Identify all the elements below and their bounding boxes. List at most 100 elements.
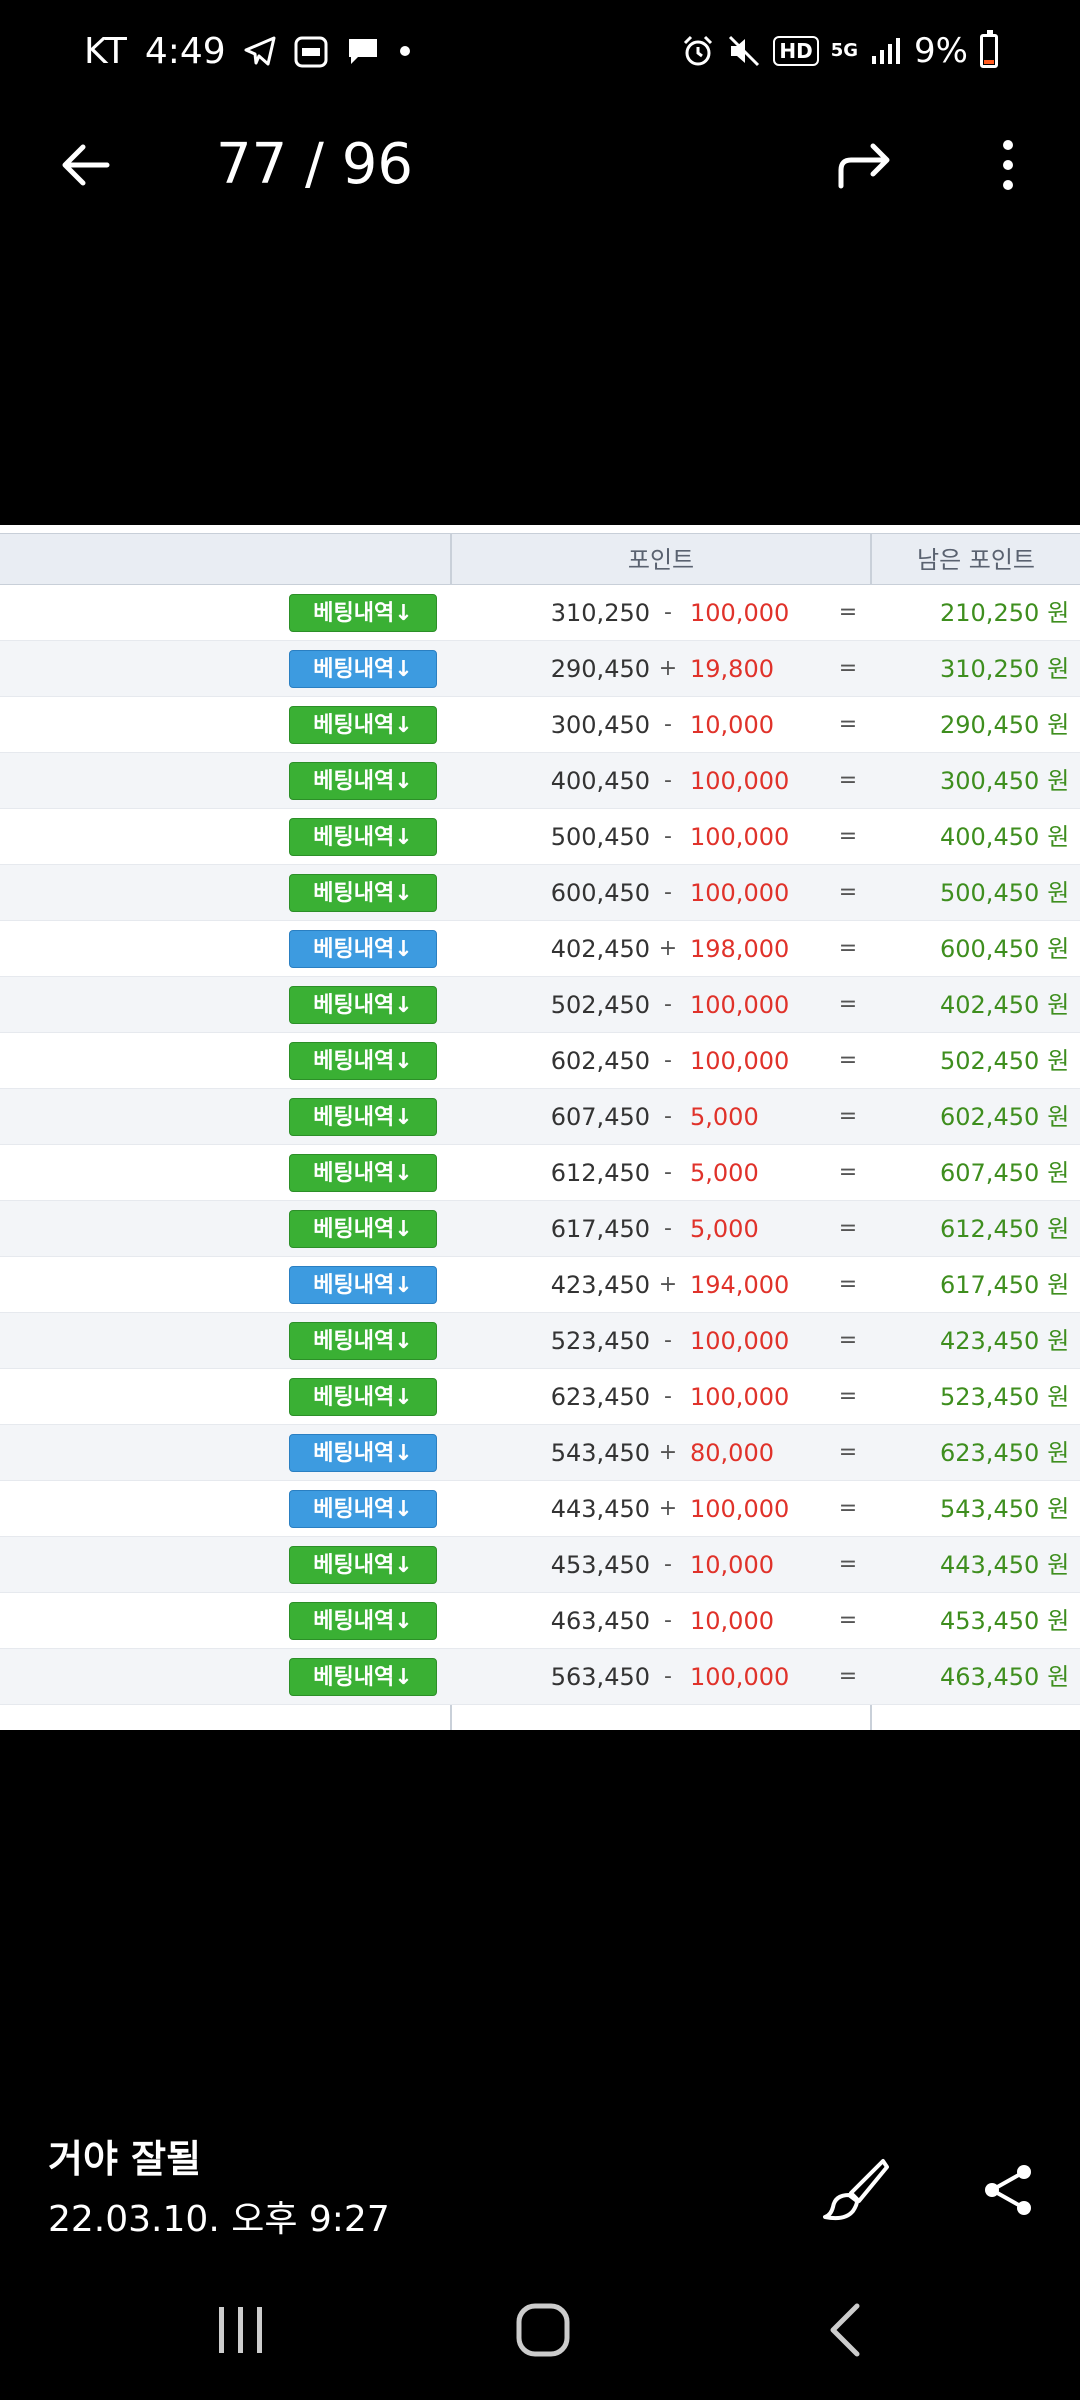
alarm-icon — [681, 34, 715, 68]
betting-history-button[interactable]: 베팅내역↓ — [289, 1266, 437, 1304]
table-row: 베팅내역↓ 612,450-5,000 = 607,450 원 — [0, 1145, 1080, 1201]
back-button[interactable] — [50, 130, 120, 200]
previous-points: 443,450 — [550, 1495, 650, 1523]
header-points: 포인트 — [627, 546, 695, 574]
betting-history-button[interactable]: 베팅내역↓ — [289, 986, 437, 1024]
table-row: 베팅내역↓ 607,450-5,000 = 602,450 원 — [0, 1089, 1080, 1145]
remaining-points: 607,450 원 — [940, 1145, 1080, 1201]
remaining-points: 400,450 원 — [940, 809, 1080, 865]
equals-sign: = — [838, 712, 858, 737]
table-row: 베팅내역↓ 523,450-100,000 = 423,450 원 — [0, 1313, 1080, 1369]
operation-sign: - — [664, 1328, 672, 1353]
betting-history-button[interactable]: 베팅내역↓ — [289, 1098, 437, 1136]
betting-history-button[interactable]: 베팅내역↓ — [289, 1546, 437, 1584]
previous-points: 290,450 — [550, 655, 650, 683]
betting-history-button[interactable]: 베팅내역↓ — [289, 706, 437, 744]
equals-sign: = — [838, 936, 858, 961]
betting-history-button[interactable]: 베팅내역↓ — [289, 1378, 437, 1416]
previous-points: 453,450 — [550, 1551, 650, 1579]
equals-sign: = — [838, 1160, 858, 1185]
remaining-value: 543,450 — [940, 1495, 1040, 1523]
table-row: 베팅내역↓ 300,450-10,000 = 290,450 원 — [0, 697, 1080, 753]
change-amount: 100,000 — [690, 1047, 790, 1075]
betting-history-button[interactable]: 베팅내역↓ — [289, 818, 437, 856]
equals-sign: = — [838, 768, 858, 793]
change-amount: 100,000 — [690, 1663, 790, 1691]
betting-history-button[interactable]: 베팅내역↓ — [289, 1602, 437, 1640]
remaining-points: 612,450 원 — [940, 1201, 1080, 1257]
equals-sign: = — [838, 600, 858, 625]
change-amount: 100,000 — [690, 879, 790, 907]
equals-sign: = — [838, 1216, 858, 1241]
recent-apps-button[interactable] — [196, 2290, 286, 2370]
status-bar: KT 4:49 HD 5G 9% — [0, 0, 1080, 100]
betting-history-button[interactable]: 베팅내역↓ — [289, 1658, 437, 1696]
table-header: 포인트 남은 포인트 — [0, 533, 1080, 585]
share-icon — [985, 2165, 1031, 2215]
remaining-value: 463,450 — [940, 1663, 1040, 1691]
previous-points: 543,450 — [550, 1439, 650, 1467]
battery-percent: 9% — [914, 31, 968, 71]
home-icon — [516, 2303, 570, 2357]
betting-history-button[interactable]: 베팅내역↓ — [289, 1490, 437, 1528]
betting-history-button[interactable]: 베팅내역↓ — [289, 1154, 437, 1192]
operation-sign: - — [664, 1104, 672, 1129]
home-button[interactable] — [498, 2290, 588, 2370]
app-notification-icon — [294, 34, 328, 68]
operation-sign: - — [664, 824, 672, 849]
currency-unit: 원 — [1047, 991, 1070, 1019]
remaining-points: 617,450 원 — [940, 1257, 1080, 1313]
change-amount: 10,000 — [690, 1607, 774, 1635]
betting-history-button[interactable]: 베팅내역↓ — [289, 1322, 437, 1360]
betting-history-button[interactable]: 베팅내역↓ — [289, 1042, 437, 1080]
remaining-value: 523,450 — [940, 1383, 1040, 1411]
status-bar-left: KT 4:49 — [84, 26, 412, 76]
forward-share-button[interactable] — [826, 130, 900, 200]
operation-sign: - — [664, 1664, 672, 1689]
edit-button[interactable] — [816, 2150, 896, 2230]
betting-history-button[interactable]: 베팅내역↓ — [289, 1210, 437, 1248]
table-row: 베팅내역↓ 563,450-100,000 = 463,450 원 — [0, 1649, 1080, 1705]
remaining-points: 543,450 원 — [940, 1481, 1080, 1537]
betting-history-button[interactable]: 베팅내역↓ — [289, 1434, 437, 1472]
remaining-points: 210,250 원 — [940, 585, 1080, 641]
table-row: 베팅내역↓ 543,450 +80,000 = 623,450 원 — [0, 1425, 1080, 1481]
currency-unit: 원 — [1047, 1103, 1070, 1131]
telegram-icon — [244, 36, 276, 66]
back-nav-button[interactable] — [800, 2290, 890, 2370]
remaining-points: 523,450 원 — [940, 1369, 1080, 1425]
remaining-points: 443,450 원 — [940, 1537, 1080, 1593]
brush-edit-icon — [823, 2159, 889, 2221]
betting-history-button[interactable]: 베팅내역↓ — [289, 594, 437, 632]
share-button[interactable] — [968, 2150, 1048, 2230]
carrier-label: KT — [84, 30, 127, 72]
more-options-button[interactable] — [978, 130, 1038, 200]
previous-points: 402,450 — [550, 935, 650, 963]
remaining-points: 423,450 원 — [940, 1313, 1080, 1369]
change-amount: 80,000 — [690, 1439, 774, 1467]
more-vert-icon — [1003, 140, 1013, 190]
currency-unit: 원 — [1047, 1159, 1070, 1187]
betting-history-button[interactable]: 베팅내역↓ — [289, 874, 437, 912]
table-row: 베팅내역↓ 400,450-100,000 = 300,450 원 — [0, 753, 1080, 809]
currency-unit: 원 — [1047, 823, 1070, 851]
betting-history-button[interactable]: 베팅내역↓ — [289, 930, 437, 968]
operation-sign: + — [658, 1440, 678, 1465]
change-amount: 100,000 — [690, 1495, 790, 1523]
change-amount: 100,000 — [690, 991, 790, 1019]
change-amount: 10,000 — [690, 711, 774, 739]
betting-history-button[interactable]: 베팅내역↓ — [289, 650, 437, 688]
equals-sign: = — [838, 824, 858, 849]
remaining-value: 402,450 — [940, 991, 1040, 1019]
equals-sign: = — [838, 880, 858, 905]
remaining-points: 300,450 원 — [940, 753, 1080, 809]
caption-title: 거야 잘될 — [48, 2137, 202, 2181]
currency-unit: 원 — [1047, 711, 1070, 739]
photo-content[interactable]: 포인트 남은 포인트 베팅내역↓ 310,250-100,000 = 210,250 원… — [0, 525, 1080, 1730]
previous-points: 300,450 — [550, 711, 650, 739]
previous-points: 607,450 — [550, 1103, 650, 1131]
previous-points: 423,450 — [550, 1271, 650, 1299]
hd-icon: HD — [773, 36, 819, 66]
remaining-value: 602,450 — [940, 1103, 1040, 1131]
betting-history-button[interactable]: 베팅내역↓ — [289, 762, 437, 800]
